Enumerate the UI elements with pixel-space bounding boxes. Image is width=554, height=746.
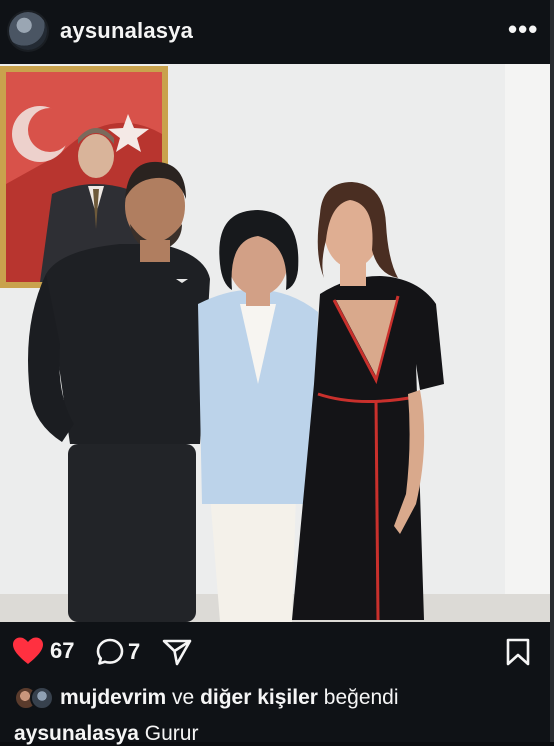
bookmark-icon	[506, 638, 530, 666]
post-photo[interactable]	[0, 64, 550, 622]
liked-by-suffix: beğendi	[317, 686, 399, 709]
liker-username[interactable]: mujdevrim	[60, 686, 166, 710]
more-icon[interactable]: •••	[508, 14, 538, 45]
post-actions: 67 7	[0, 630, 550, 674]
liked-by-summary[interactable]: mujdevrim ve diğer kişiler beğendi	[14, 686, 399, 710]
comment-icon	[96, 638, 124, 665]
comment-button[interactable]: 7	[96, 638, 140, 666]
likes-count: 67	[50, 638, 75, 663]
comments-count: 7	[128, 639, 141, 664]
avatar[interactable]	[9, 12, 47, 50]
photo-illustration	[0, 64, 550, 622]
send-icon	[162, 639, 192, 666]
post-header: aysunalasya •••	[0, 0, 550, 64]
instagram-post: aysunalasya ••• 67 7 mujdevrim ve diğer …	[0, 0, 554, 745]
liked-by-connector: ve	[166, 686, 201, 709]
share-button[interactable]	[162, 638, 192, 666]
liked-by-others[interactable]: diğer kişiler	[200, 686, 318, 710]
save-button[interactable]	[506, 638, 530, 666]
post-username[interactable]: aysunalasya	[60, 18, 193, 44]
heart-icon	[13, 637, 43, 664]
post-caption: aysunalasya Gurur	[14, 722, 198, 746]
liker-avatar	[30, 686, 54, 710]
like-button[interactable]: 67	[12, 636, 74, 666]
